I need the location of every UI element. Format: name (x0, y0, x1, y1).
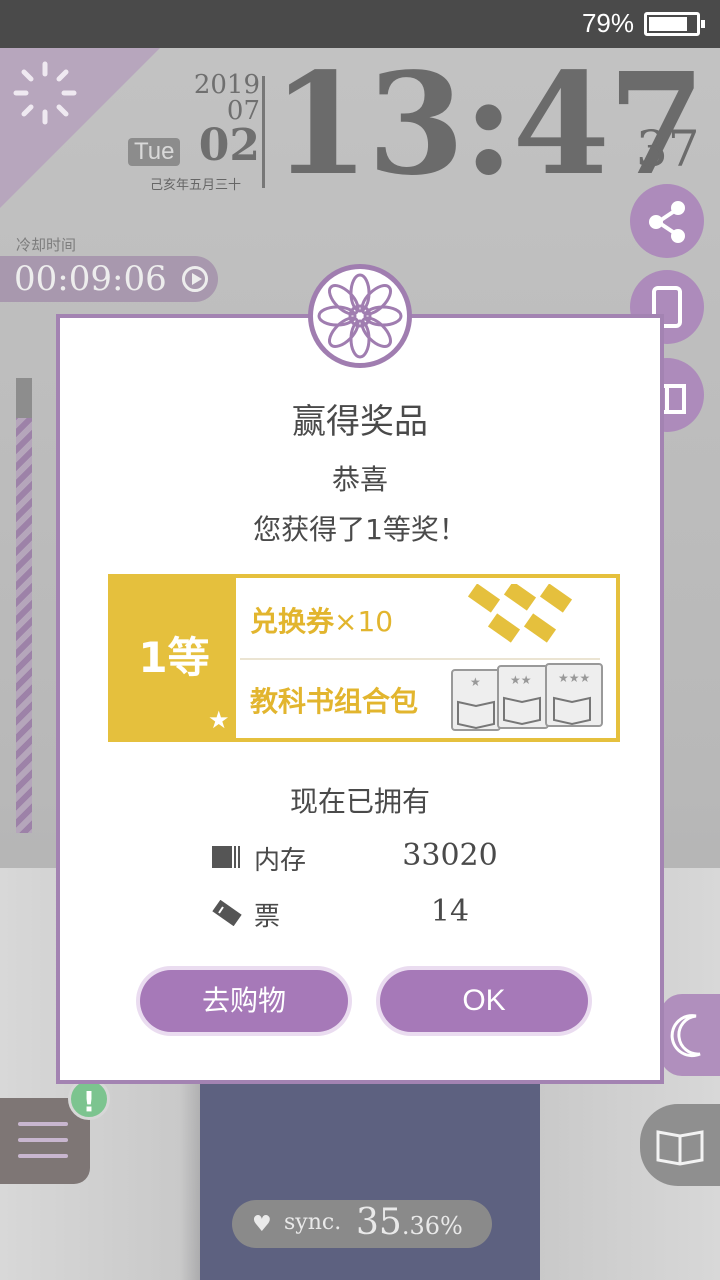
date-year: 2019 (193, 70, 260, 100)
weather-sun-icon[interactable] (10, 58, 80, 128)
inventory-value: 14 (430, 894, 470, 929)
svg-text:★: ★ (470, 675, 481, 689)
svg-text:★★★: ★★★ (558, 671, 590, 685)
inventory-row-ticket: 票 14 (210, 894, 530, 934)
prize-dialog: 赢得奖品 恭喜 您获得了1等奖！ 1等 ★ 兑换券×10 教科书组合包 ★ ★★… (56, 314, 664, 1084)
textbook-pack-icon: ★ ★★ ★★★ (451, 663, 603, 731)
battery-icon (644, 12, 705, 36)
play-icon[interactable] (182, 266, 208, 292)
heart-icon: ♥ (252, 1212, 272, 1237)
cooldown-label: 冷却时间 (16, 236, 77, 254)
go-shopping-button[interactable]: 去购物 (140, 970, 348, 1032)
clock-seconds: 37 (636, 120, 700, 178)
share-icon (649, 201, 685, 243)
moon-icon (670, 1014, 701, 1058)
inventory-label: 票 (254, 902, 281, 932)
star-icon: ★ (208, 706, 230, 734)
sync-value: 35.36% (356, 1202, 463, 1243)
cooldown-timer[interactable]: 00:09:06 (0, 256, 218, 302)
book-tab[interactable] (640, 1104, 720, 1186)
book-icon (656, 1130, 704, 1166)
lunar-date: 己亥年五月三十 (150, 178, 242, 193)
cooldown-time: 00:09:06 (14, 259, 167, 299)
inventory-label: 内存 (254, 846, 307, 876)
svg-text:★★: ★★ (510, 673, 532, 687)
inventory-row-memory: 内存 33020 (210, 838, 530, 878)
owned-title: 现在已拥有 (289, 785, 430, 818)
share-button[interactable] (630, 184, 704, 258)
ok-button[interactable]: OK (380, 970, 588, 1032)
dialog-title: 赢得奖品 (292, 402, 428, 442)
prize-item-coupon: 兑换券×10 (250, 605, 394, 638)
prize-card: 1等 ★ 兑换券×10 教科书组合包 ★ ★★ ★★★ (108, 574, 620, 742)
memory-card-icon (212, 846, 240, 868)
prize-item-textbook: 教科书组合包 (250, 685, 419, 718)
battery-percent: 79% (581, 8, 634, 38)
sync-label: sync. (284, 1210, 342, 1235)
character-vest (200, 1078, 540, 1280)
night-mode-tab[interactable] (660, 994, 720, 1076)
inventory-value: 33020 (402, 838, 498, 873)
prize-divider (240, 658, 600, 660)
alert-badge[interactable]: ! (68, 1078, 110, 1120)
status-bar: 79% (0, 0, 720, 48)
progress-gauge-cap (16, 378, 32, 418)
flower-emblem-icon (308, 264, 412, 368)
dialog-congrats: 恭喜 (331, 463, 388, 496)
coupon-stack-icon (467, 584, 573, 643)
dialog-message: 您获得了1等奖！ (253, 513, 467, 546)
clock-divider (262, 76, 265, 188)
sync-meter: ♥ sync. 35.36% (232, 1200, 492, 1248)
progress-gauge (16, 378, 32, 833)
weekday-badge: Tue (128, 138, 181, 166)
ticket-icon (212, 900, 242, 926)
